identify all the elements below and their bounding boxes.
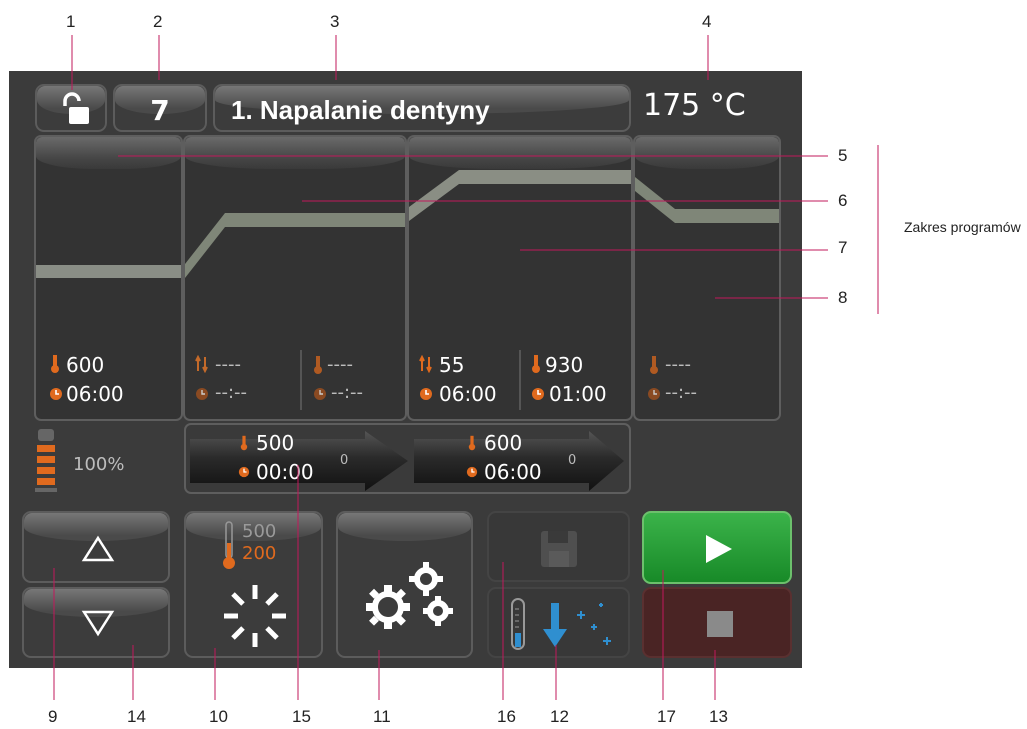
callout-leader-lines (53, 35, 879, 700)
